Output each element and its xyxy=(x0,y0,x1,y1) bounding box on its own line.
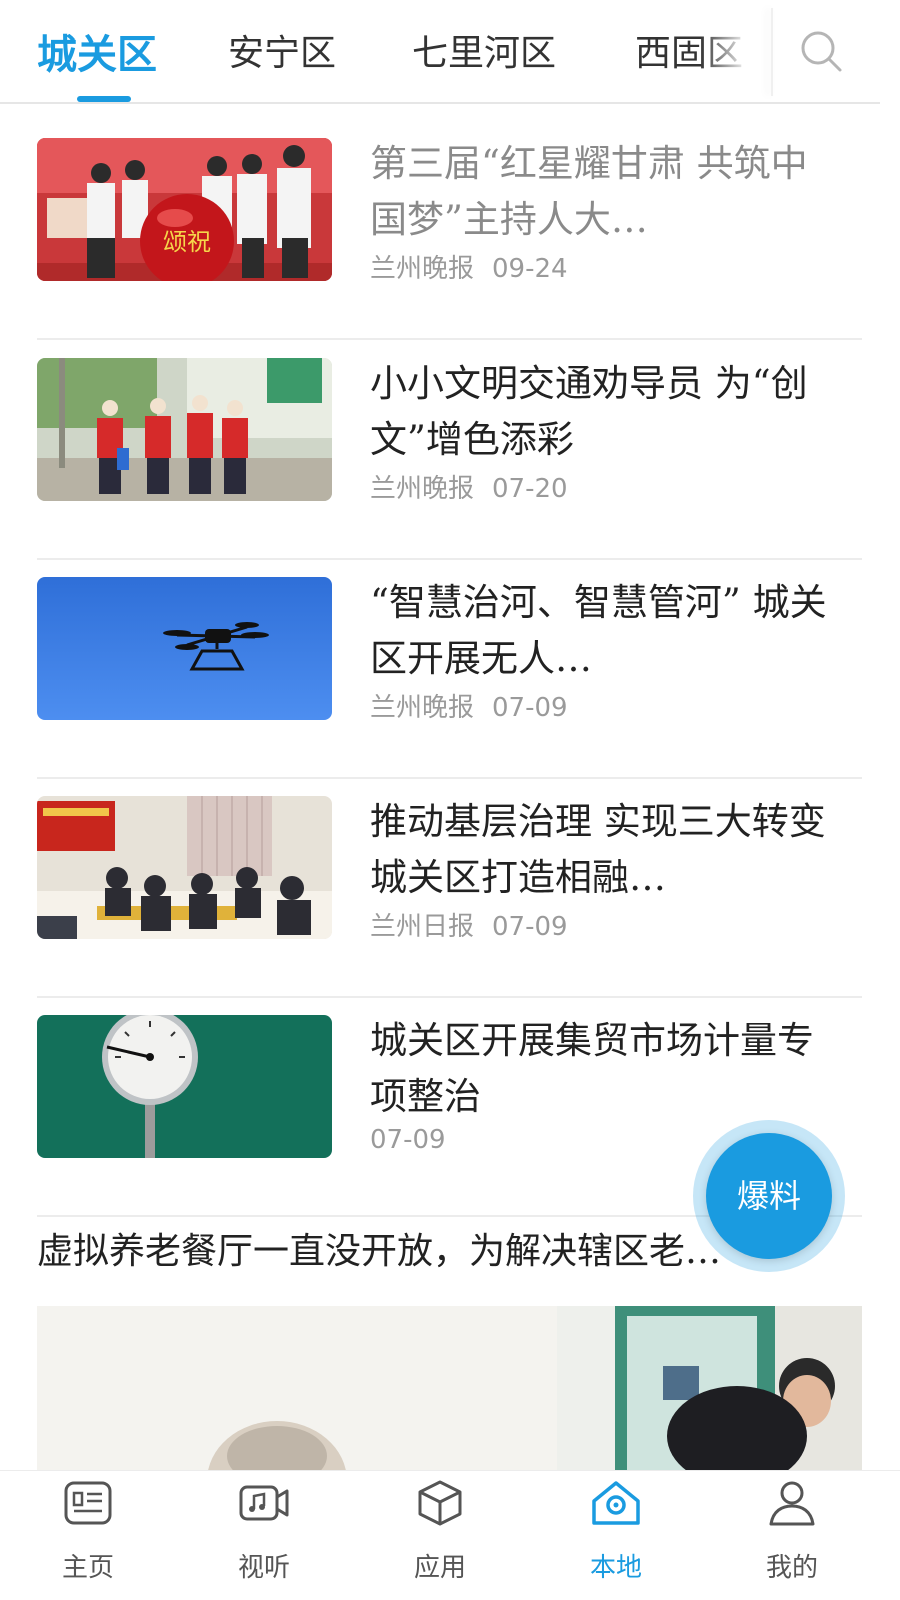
news-title: 城关区开展集贸市场计量专项整治 xyxy=(370,1019,814,1118)
news-meta: 07-09 xyxy=(370,1125,464,1155)
search-button[interactable] xyxy=(798,28,846,76)
location-home-icon xyxy=(592,1481,640,1525)
user-icon xyxy=(769,1481,815,1526)
nav-profile[interactable]: 我的 xyxy=(732,1471,852,1600)
nav-profile-label: 我的 xyxy=(765,1553,818,1583)
news-item[interactable]: 颂祝 第三届“红星耀甘肃 共筑中国梦”主持人大… 兰州晚报 09-24 xyxy=(37,118,862,340)
news-date: 07-09 xyxy=(492,912,568,942)
tab-chengguan[interactable]: 城关区 xyxy=(37,22,157,80)
page-edge xyxy=(880,0,900,1600)
news-meta: 兰州晚报 09-24 xyxy=(370,248,586,285)
news-title: 第三届“红星耀甘肃 共筑中国梦”主持人大… xyxy=(370,142,808,241)
channel-tab-bar: 城关区 安宁区 七里河区 西固区 xyxy=(0,0,900,104)
news-meta: 兰州日报 07-09 xyxy=(370,906,586,943)
news-thumbnail xyxy=(37,796,332,939)
tab-qilihe[interactable]: 七里河区 xyxy=(412,24,556,76)
tab-divider xyxy=(771,8,773,96)
news-title: “智慧治河、智慧管河” 城关区开展无人… xyxy=(370,581,827,680)
cube-icon xyxy=(418,1480,462,1526)
nav-home-label: 主页 xyxy=(61,1553,114,1583)
news-source: 兰州日报 xyxy=(370,912,475,942)
news-thumbnail xyxy=(37,358,332,501)
news-thumbnail xyxy=(37,577,332,720)
search-icon xyxy=(801,31,842,72)
nav-local-label: 本地 xyxy=(589,1553,642,1583)
news-source: 兰州晚报 xyxy=(370,474,475,504)
thumbnail-caption: 颂祝 xyxy=(163,228,211,256)
nav-apps[interactable]: 应用 xyxy=(380,1471,500,1600)
featured-news-image[interactable] xyxy=(37,1306,862,1471)
tab-overflow-fade xyxy=(700,0,770,100)
news-meta: 兰州晚报 07-20 xyxy=(370,468,586,505)
news-item[interactable]: 推动基层治理 实现三大转变 城关区打造相融… 兰州日报 07-09 xyxy=(37,776,862,998)
bottom-navigation: 主页 视听 应用 本地 我的 xyxy=(0,1470,900,1600)
video-icon xyxy=(239,1485,289,1521)
news-date: 07-20 xyxy=(492,474,568,504)
news-date: 09-24 xyxy=(492,254,568,284)
active-tab-indicator xyxy=(77,96,131,102)
news-source: 兰州晚报 xyxy=(370,254,475,284)
nav-apps-label: 应用 xyxy=(413,1553,466,1583)
news-thumbnail: 颂祝 xyxy=(37,138,332,281)
news-icon xyxy=(64,1481,112,1525)
nav-video-label: 视听 xyxy=(237,1553,290,1583)
news-source: 兰州晚报 xyxy=(370,693,475,723)
news-title: 推动基层治理 实现三大转变 城关区打造相融… xyxy=(370,800,826,899)
news-date: 07-09 xyxy=(492,693,568,723)
report-button[interactable]: 爆料 xyxy=(706,1133,832,1259)
nav-local[interactable]: 本地 xyxy=(556,1471,676,1600)
tab-anning[interactable]: 安宁区 xyxy=(228,24,336,76)
nav-video[interactable]: 视听 xyxy=(204,1471,324,1600)
news-meta: 兰州晚报 07-09 xyxy=(370,687,586,724)
nav-home[interactable]: 主页 xyxy=(28,1471,148,1600)
news-thumbnail xyxy=(37,1015,332,1158)
news-date: 07-09 xyxy=(370,1125,446,1155)
news-item[interactable]: 小小文明交通劝导员 为“创文”增色添彩 兰州晚报 07-20 xyxy=(37,338,862,560)
news-item[interactable]: “智慧治河、智慧管河” 城关区开展无人… 兰州晚报 07-09 xyxy=(37,557,862,779)
news-title: 小小文明交通劝导员 为“创文”增色添彩 xyxy=(370,362,808,461)
